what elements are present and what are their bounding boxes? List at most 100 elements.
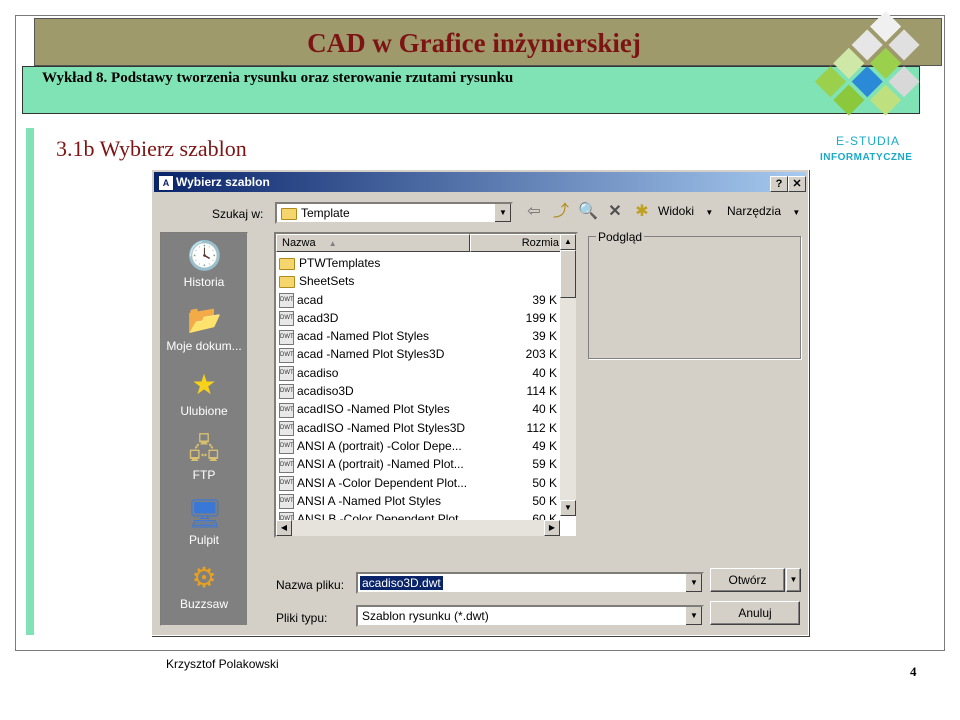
place-label: Moje dokum... xyxy=(166,339,242,353)
file-size: 50 K xyxy=(532,475,557,490)
up-folder-icon[interactable]: ⤴ xyxy=(551,202,571,222)
file-name: acad -Named Plot Styles3D xyxy=(297,347,445,362)
list-item[interactable]: DWT ANSI A -Color Dependent Plot... 50 K xyxy=(279,474,559,492)
list-item[interactable]: DWT acadiso 40 K xyxy=(279,364,559,382)
file-name: ANSI A (portrait) -Named Plot... xyxy=(297,457,464,472)
column-header-name[interactable]: Nazwa ▲ xyxy=(276,234,470,252)
file-name: ANSI A -Color Dependent Plot... xyxy=(297,475,468,490)
file-rows: PTWTemplates SheetSets DWT acad 39 K DWT ac… xyxy=(279,254,559,528)
scroll-left-icon[interactable]: ◀ xyxy=(276,520,292,536)
preview-label: Podgląd xyxy=(596,230,645,244)
open-options-dropdown-icon[interactable]: ▼ xyxy=(786,568,801,592)
dwt-file-icon: DWT xyxy=(279,292,294,308)
filename-combo[interactable]: acadiso3D.dwt ▼ xyxy=(356,572,704,594)
list-item[interactable]: DWT acadISO -Named Plot Styles3D 112 K xyxy=(279,419,559,437)
dwt-file-icon: DWT xyxy=(279,329,294,345)
file-name: SheetSets xyxy=(299,274,355,289)
dialog-title: Wybierz szablon xyxy=(176,175,270,189)
file-list[interactable]: Nazwa ▲ Rozmia PTWTemplates SheetSets DW… xyxy=(274,232,578,538)
dwt-file-icon: DWT xyxy=(279,366,294,382)
list-item[interactable]: DWT ANSI A -Named Plot Styles 50 K xyxy=(279,492,559,510)
list-item[interactable]: DWT acad 39 K xyxy=(279,291,559,309)
dwt-file-icon: DWT xyxy=(279,439,294,455)
file-size: 59 K xyxy=(532,457,557,472)
history-icon: 🕓 xyxy=(187,240,222,271)
search-web-icon[interactable]: 🔍 xyxy=(578,202,598,222)
chevron-down-icon[interactable]: ▼ xyxy=(685,607,702,625)
scroll-thumb[interactable] xyxy=(560,250,576,298)
slide-title: CAD w Grafice inżynierskiej xyxy=(307,28,641,58)
tools-menu[interactable]: Narzędzia ▼ xyxy=(727,204,800,218)
list-item[interactable]: DWT acadISO -Named Plot Styles 40 K xyxy=(279,400,559,418)
place-label: Historia xyxy=(183,275,225,289)
place-my-documents[interactable]: 📂 Moje dokum... xyxy=(161,303,247,353)
filetype-combo[interactable]: Szablon rysunku (*.dwt) ▼ xyxy=(356,605,704,627)
place-label: Pulpit xyxy=(188,533,220,547)
place-label: FTP xyxy=(192,468,216,482)
file-name: ANSI A (portrait) -Color Depe... xyxy=(297,438,462,453)
file-size: 112 K xyxy=(526,420,557,435)
vertical-scrollbar[interactable]: ▲ ▼ xyxy=(560,234,576,516)
list-item[interactable]: SheetSets xyxy=(279,272,559,290)
file-size: 199 K xyxy=(525,310,557,325)
look-in-combo[interactable]: Template ▼ xyxy=(275,202,513,224)
place-label: Ulubione xyxy=(180,404,228,418)
list-item[interactable]: DWT acad -Named Plot Styles 39 K xyxy=(279,327,559,345)
chevron-down-icon[interactable]: ▼ xyxy=(685,574,702,592)
file-size: 50 K xyxy=(532,493,557,508)
place-history[interactable]: 🕓 Historia xyxy=(161,239,247,289)
place-ftp[interactable]: 🖧 FTP xyxy=(161,432,247,482)
list-item[interactable]: DWT acad -Named Plot Styles3D 203 K xyxy=(279,345,559,363)
filename-value[interactable]: acadiso3D.dwt xyxy=(360,576,443,590)
list-item[interactable]: DWT acad3D 199 K xyxy=(279,309,559,327)
autocad-app-icon: A xyxy=(158,175,174,191)
e-studia-logo xyxy=(814,10,920,116)
slide-subtitle: Wykład 8. Podstawy tworzenia rysunku ora… xyxy=(42,70,514,86)
left-accent-bar xyxy=(26,128,34,635)
look-in-value: Template xyxy=(301,206,350,220)
file-name: acadiso xyxy=(297,365,339,380)
file-name: PTWTemplates xyxy=(299,256,381,270)
views-dropdown-icon: ▼ xyxy=(705,208,714,217)
page-number: 4 xyxy=(910,664,917,679)
file-size: 114 K xyxy=(526,384,557,399)
file-size: 203 K xyxy=(525,347,557,362)
file-size: 39 K xyxy=(532,329,557,344)
views-menu[interactable]: Widoki ▼ xyxy=(658,204,713,218)
scroll-right-icon[interactable]: ▶ xyxy=(544,520,560,536)
scroll-down-icon[interactable]: ▼ xyxy=(560,500,576,516)
chevron-down-icon[interactable]: ▼ xyxy=(494,204,511,222)
close-button[interactable]: ✕ xyxy=(788,176,806,192)
column-header-size[interactable]: Rozmia xyxy=(470,234,562,252)
place-desktop[interactable]: 🖥 Pulpit xyxy=(161,497,247,547)
place-buzzsaw[interactable]: ⚙ Buzzsaw xyxy=(161,561,247,611)
section-heading: 3.1b Wybierz szablon xyxy=(56,136,247,161)
file-name: acadISO -Named Plot Styles3D xyxy=(297,420,466,435)
sort-ascending-icon: ▲ xyxy=(328,239,337,248)
delete-icon[interactable]: ✕ xyxy=(605,202,625,222)
list-item[interactable]: DWT acadiso3D 114 K xyxy=(279,382,559,400)
logo-text-line1: E-STUDIA xyxy=(836,134,901,148)
favorites-icon: ★ xyxy=(191,369,217,400)
dialog-titlebar[interactable]: A Wybierz szablon ? ✕ xyxy=(154,172,806,192)
scroll-up-icon[interactable]: ▲ xyxy=(560,234,576,250)
back-arrow-icon[interactable]: ⇦ xyxy=(524,202,544,222)
horizontal-scrollbar[interactable]: ◀ ▶ xyxy=(276,520,560,536)
cancel-button[interactable]: Anuluj xyxy=(710,601,800,625)
place-favorites[interactable]: ★ Ulubione xyxy=(161,368,247,418)
file-size: 40 K xyxy=(532,365,557,380)
dwt-file-icon: DWT xyxy=(279,475,294,491)
create-folder-icon[interactable]: ✱ xyxy=(632,202,652,222)
places-bar: 🕓 Historia 📂 Moje dokum... ★ Ulubione 🖧 … xyxy=(160,232,248,626)
folder-icon xyxy=(281,207,297,220)
my-documents-icon: 📂 xyxy=(187,304,222,335)
list-item[interactable]: DWT ANSI A (portrait) -Named Plot... 59 K xyxy=(279,455,559,473)
buzzsaw-icon: ⚙ xyxy=(191,562,217,593)
dwt-file-icon: DWT xyxy=(279,457,294,473)
open-button[interactable]: Otwórz xyxy=(710,568,785,592)
list-item[interactable]: PTWTemplates xyxy=(279,254,559,272)
preview-box xyxy=(588,236,801,359)
list-item[interactable]: DWT ANSI A (portrait) -Color Depe... 49 K xyxy=(279,437,559,455)
help-button[interactable]: ? xyxy=(770,176,788,192)
folder-icon xyxy=(279,257,295,270)
